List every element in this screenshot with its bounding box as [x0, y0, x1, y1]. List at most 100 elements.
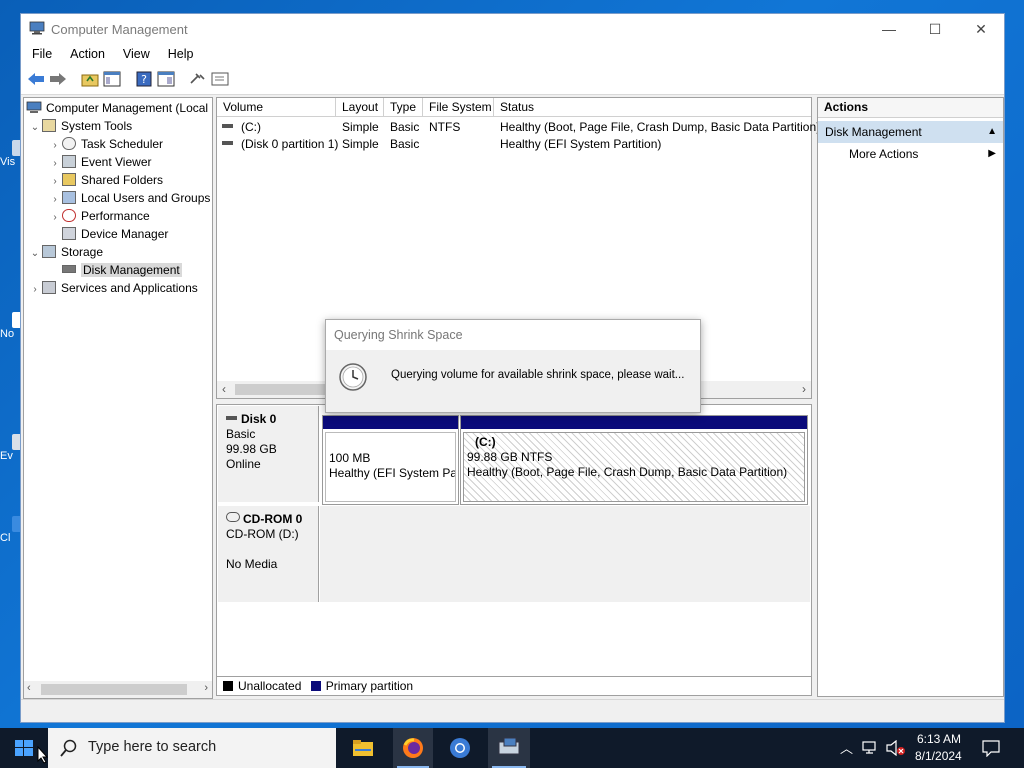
menu-view[interactable]: View — [112, 44, 157, 61]
storage-icon — [42, 245, 56, 258]
maximize-button[interactable]: ☐ — [912, 14, 958, 44]
cdrom-0-label[interactable]: CD-ROM 0 CD-ROM (D:) No Media — [218, 506, 319, 602]
actions-header: Actions — [818, 98, 1003, 118]
search-icon — [60, 739, 77, 757]
close-button[interactable]: ✕ — [958, 14, 1004, 44]
tree-storage[interactable]: ⌄ Storage — [28, 243, 103, 261]
cdrom-icon — [226, 512, 240, 522]
status-cell: Healthy (Boot, Page File, Crash Dump, Ba… — [500, 120, 821, 134]
menu-help[interactable]: Help — [157, 44, 201, 61]
tree-device-manager[interactable]: Device Manager — [48, 225, 168, 243]
desktop-icon-fragment[interactable]: No — [0, 312, 22, 340]
tree-services-applications[interactable]: › Services and Applications — [28, 279, 198, 297]
connect-icon[interactable] — [189, 71, 207, 87]
forward-arrow-icon[interactable] — [49, 71, 67, 87]
taskbar: Type here to search ︿ 6:13 AM 8/1/2024 — [0, 728, 1024, 768]
device-manager-icon — [62, 227, 76, 240]
clock-icon — [62, 137, 76, 150]
svg-text:?: ? — [141, 73, 147, 86]
tree-system-tools[interactable]: ⌄ System Tools — [28, 117, 132, 135]
column-header-layout[interactable]: Layout — [336, 98, 384, 117]
up-folder-icon[interactable] — [81, 71, 99, 87]
volume-muted-icon[interactable] — [886, 740, 906, 756]
computer-management-icon — [29, 21, 45, 35]
services-icon — [42, 281, 56, 294]
submenu-arrow-icon: ▶ — [988, 148, 996, 159]
partition-efi[interactable]: 100 MB Healthy (EFI System Par — [322, 415, 459, 505]
network-icon[interactable] — [862, 741, 880, 755]
primary-partition-swatch — [310, 681, 321, 691]
chevron-down-icon[interactable]: ⌄ — [28, 119, 42, 137]
layout-cell: Simple — [342, 137, 379, 151]
scrollbar-thumb[interactable] — [41, 684, 187, 695]
windows-start-icon[interactable] — [15, 740, 33, 756]
more-actions-item[interactable]: More Actions ▶ — [818, 143, 1003, 165]
computer-icon — [26, 101, 42, 113]
querying-shrink-space-dialog: Querying Shrink Space Querying volume fo… — [325, 319, 701, 413]
tree-shared-folders[interactable]: › Shared Folders — [48, 171, 163, 189]
performance-icon — [62, 209, 76, 222]
shared-folder-icon — [62, 173, 76, 186]
tree-disk-management[interactable]: Disk Management — [48, 261, 182, 279]
disk-graphical-view: Disk 0 Basic 99.98 GB Online 100 MB Heal… — [216, 404, 812, 686]
chevron-right-icon[interactable]: › — [28, 281, 42, 299]
dialog-title[interactable]: Querying Shrink Space — [326, 320, 700, 350]
taskbar-search-box[interactable]: Type here to search — [48, 728, 336, 768]
disk-management-icon — [62, 265, 76, 273]
desktop-icon-fragment[interactable]: Ev — [0, 434, 22, 462]
console-tree: Computer Management (Local ⌄ System Tools… — [23, 97, 213, 699]
column-header-type[interactable]: Type — [384, 98, 423, 117]
volume-icon — [222, 124, 233, 128]
help-icon[interactable]: ? — [135, 71, 153, 87]
tree-task-scheduler[interactable]: › Task Scheduler — [48, 135, 163, 153]
notification-icon[interactable] — [982, 739, 1000, 757]
scroll-left-icon[interactable]: ‹ — [222, 382, 226, 396]
legend: Unallocated Primary partition — [216, 676, 812, 696]
firefox-taskbar-button[interactable] — [393, 728, 433, 768]
properties-icon[interactable] — [211, 71, 229, 87]
chromium-icon[interactable] — [449, 737, 471, 759]
tree-horizontal-scrollbar[interactable]: ‹ › — [24, 681, 212, 698]
disk-icon — [226, 416, 237, 420]
disk-0-label[interactable]: Disk 0 Basic 99.98 GB Online — [218, 406, 319, 502]
computer-management-taskbar-button[interactable] — [488, 728, 530, 768]
column-header-file-system[interactable]: File System — [423, 98, 494, 117]
collapse-up-icon[interactable]: ▲ — [987, 121, 997, 143]
show-hide-action-pane-icon[interactable] — [157, 71, 175, 87]
computer-management-icon — [498, 737, 520, 755]
clock-time[interactable]: 6:13 AM — [917, 732, 961, 746]
column-header-status[interactable]: Status — [494, 98, 811, 117]
search-placeholder: Type here to search — [88, 739, 217, 755]
column-header-volume[interactable]: Volume — [217, 98, 336, 117]
title-bar[interactable]: Computer Management — ☐ ✕ — [21, 14, 1004, 44]
chevron-down-icon[interactable]: ⌄ — [28, 245, 42, 263]
scroll-right-icon[interactable]: › — [204, 682, 208, 694]
tools-icon — [42, 119, 56, 132]
window-title: Computer Management — [51, 22, 188, 37]
minimize-button[interactable]: — — [866, 14, 912, 44]
menu-file[interactable]: File — [21, 44, 59, 61]
show-hide-console-tree-icon[interactable] — [103, 71, 121, 87]
tree-root[interactable]: Computer Management (Local — [26, 99, 208, 117]
tree-performance[interactable]: › Performance — [48, 207, 150, 225]
event-viewer-icon — [62, 155, 76, 168]
desktop-icon-fragment[interactable]: Cl — [0, 516, 22, 544]
scrollbar-thumb[interactable] — [235, 384, 325, 395]
layout-cell: Simple — [342, 120, 379, 134]
tree-event-viewer[interactable]: › Event Viewer — [48, 153, 151, 171]
primary-partition-bar — [323, 416, 458, 429]
tree-local-users[interactable]: › Local Users and Groups — [48, 189, 210, 207]
actions-section-disk-management[interactable]: Disk Management ▲ — [818, 121, 1003, 143]
menu-action[interactable]: Action — [59, 44, 112, 61]
file-explorer-icon[interactable] — [352, 738, 374, 758]
status-cell: Healthy (EFI System Partition) — [500, 137, 662, 151]
partition-c[interactable]: (C:) 99.88 GB NTFS Healthy (Boot, Page F… — [460, 415, 808, 505]
firefox-icon — [403, 738, 423, 758]
scroll-right-icon[interactable]: › — [802, 382, 806, 396]
desktop-icon-fragment[interactable]: Vis — [0, 140, 22, 168]
file-system-cell: NTFS — [429, 120, 461, 134]
back-arrow-icon[interactable] — [27, 71, 45, 87]
clock-date[interactable]: 8/1/2024 — [915, 749, 962, 763]
chevron-up-icon[interactable]: ︿ — [840, 738, 853, 757]
scroll-left-icon[interactable]: ‹ — [27, 682, 31, 694]
